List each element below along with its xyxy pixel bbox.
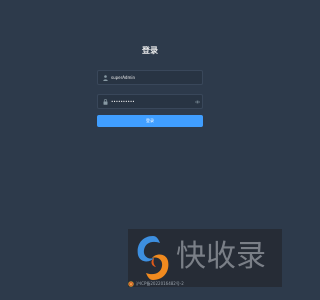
watermark-text: 快收录 xyxy=(176,239,266,274)
login-button[interactable]: 登录 xyxy=(97,115,203,127)
watermark: 快收录 xyxy=(128,229,282,287)
user-icon xyxy=(100,71,110,84)
kuaishoulu-logo xyxy=(134,233,172,283)
beian-text[interactable]: 沪ICP备2022016482号-2 xyxy=(136,280,184,288)
eye-icon[interactable] xyxy=(193,95,201,108)
lock-icon xyxy=(100,95,110,108)
page-title: 登录 xyxy=(142,46,158,55)
password-field-wrapper xyxy=(97,94,203,109)
login-form: 登录 superAdmin •••••••••• 登录 xyxy=(97,44,203,127)
login-page: 登录 superAdmin •••••••••• 登录 快收录 沪ICP备202… xyxy=(0,0,300,300)
beian-record[interactable]: 沪ICP备2022016482号-2 xyxy=(128,280,184,288)
username-input[interactable] xyxy=(110,71,202,84)
police-badge-icon xyxy=(128,281,134,287)
password-input[interactable] xyxy=(110,95,193,108)
username-field-wrapper xyxy=(97,70,203,85)
